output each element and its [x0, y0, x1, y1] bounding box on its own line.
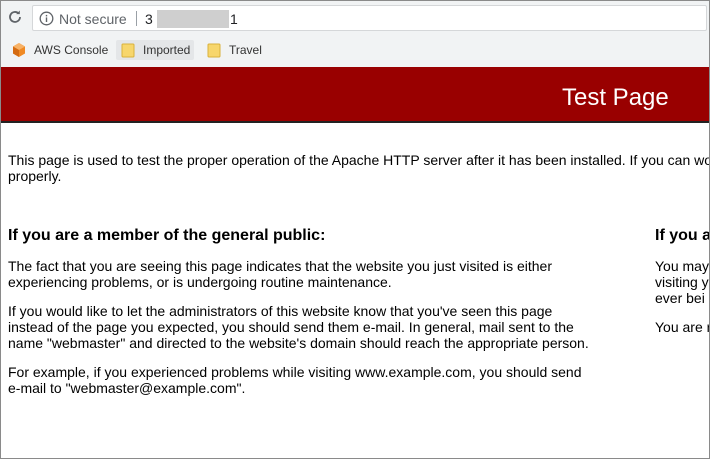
section-heading: If you are a member of the general publi…: [8, 227, 326, 244]
section-heading: If you a: [655, 227, 709, 244]
section-paragraph: You may visiting y ever bei: [655, 258, 709, 306]
bookmark-label: AWS Console: [34, 43, 109, 57]
bookmarks-bar: AWS Console Imported Travel: [1, 35, 709, 65]
general-public-section: If you are a member of the general publi…: [8, 227, 594, 409]
intro-text: This page is used to test the proper ope…: [8, 152, 709, 184]
website-administrator-section: If you a You may visiting y ever bei You…: [655, 227, 709, 348]
redacted-url-block: [157, 10, 229, 28]
browser-toolbar: Not secure 3 1 AWS Console Imported Trav…: [1, 1, 709, 67]
url-suffix[interactable]: 1: [230, 11, 238, 27]
url-divider: [136, 11, 137, 26]
section-paragraph: The fact that you are seeing this page i…: [8, 258, 552, 290]
bookmark-folder-travel[interactable]: Travel: [206, 40, 262, 60]
reload-icon[interactable]: [6, 8, 24, 26]
bookmark-label: Travel: [229, 43, 262, 57]
bookmark-label: Imported: [143, 43, 191, 57]
section-paragraph: For example, if you experienced problems…: [8, 364, 582, 396]
bookmark-aws-console[interactable]: AWS Console: [11, 40, 108, 60]
info-icon[interactable]: [39, 11, 54, 26]
page-title: Test Page: [562, 84, 669, 111]
security-status[interactable]: Not secure: [59, 11, 127, 27]
page-banner: Test Page: [1, 67, 709, 123]
folder-icon: [120, 42, 136, 58]
section-paragraph: If you would like to let the administrat…: [8, 303, 589, 351]
address-bar[interactable]: Not secure 3 1: [32, 5, 707, 31]
aws-cube-icon: [11, 42, 27, 58]
bookmark-folder-imported[interactable]: Imported: [116, 40, 195, 60]
url-prefix[interactable]: 3: [145, 11, 153, 27]
section-paragraph: You are r: [655, 319, 709, 335]
folder-icon: [206, 42, 222, 58]
